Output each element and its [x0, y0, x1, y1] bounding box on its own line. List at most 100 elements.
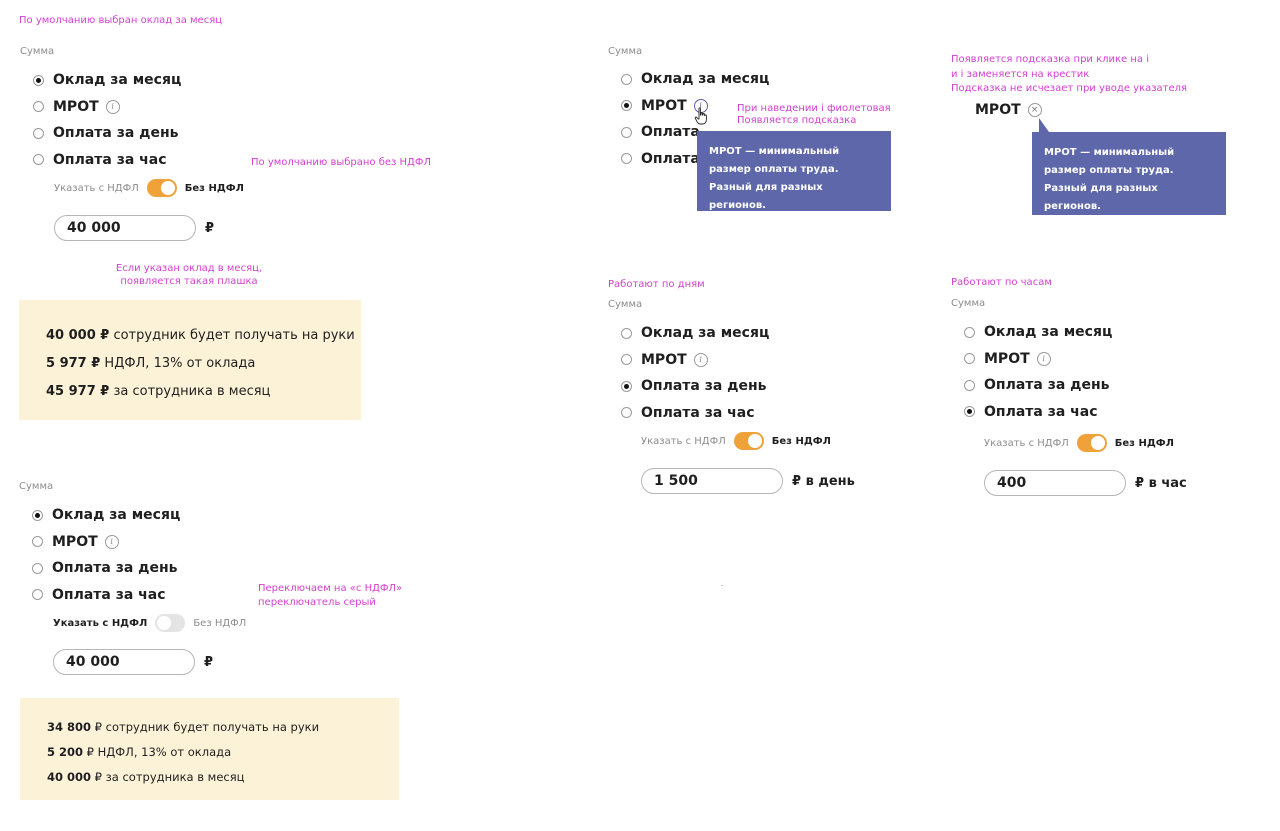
radio-button[interactable]	[621, 126, 632, 138]
radio-button[interactable]	[621, 407, 632, 419]
annotation-line: Появляется подсказка	[737, 115, 857, 126]
annotation-line: Если указан оклад в месяц,	[115, 263, 263, 274]
amount-row: ₽	[54, 215, 214, 241]
radio-button[interactable]	[964, 326, 975, 338]
radio-button[interactable]	[964, 379, 975, 391]
amount-row-hours: ₽ в час	[984, 470, 1187, 496]
radio-label: Оплата	[641, 124, 700, 141]
radio-button[interactable]	[621, 327, 632, 339]
amount-row-days: ₽ в день	[641, 468, 855, 494]
radio-label: Оклад за месяц	[52, 507, 181, 524]
radio-option-mrot[interactable]: МРОТ i	[964, 346, 1112, 373]
amount-input[interactable]	[641, 468, 783, 494]
radio-label: МРОТ	[53, 98, 99, 115]
radio-button-checked[interactable]	[964, 406, 975, 418]
ndfl-toggle-row: Указать с НДФЛ Без НДФЛ	[641, 432, 831, 450]
radio-option-hour[interactable]: Оплата за час	[621, 400, 769, 427]
mrot-label: МРОТ	[975, 102, 1021, 119]
amount-input[interactable]	[53, 649, 195, 675]
radio-option-monthly[interactable]: Оклад за месяц	[32, 502, 180, 529]
radio-button-checked[interactable]	[33, 74, 44, 86]
annotation-default-without-ndfl: По умолчанию выбрано без НДФЛ	[251, 157, 431, 168]
radio-option-monthly[interactable]: Оклад за месяц	[621, 320, 769, 347]
ndfl-toggle[interactable]	[146, 179, 177, 197]
radio-label: Оплата	[641, 150, 700, 167]
ndfl-with-label: Указать с НДФЛ	[54, 182, 139, 194]
radio-option-hour[interactable]: Оплата за час	[32, 582, 180, 609]
salary-summary-plate-with-ndfl: 34 800 ₽ сотрудник будет получать на рук…	[20, 698, 399, 800]
info-icon[interactable]: i	[104, 534, 119, 549]
radio-option-day[interactable]: Оплата за день	[33, 120, 181, 147]
radio-option-monthly[interactable]: Оклад за месяц	[964, 319, 1112, 346]
sum-label: Сумма	[19, 481, 54, 492]
radio-button[interactable]	[621, 354, 632, 366]
radio-button[interactable]	[621, 73, 632, 85]
payment-type-radio-group-hours: Оклад за месяц МРОТ i Оплата за день Опл…	[964, 319, 1112, 425]
mrot-tooltip-pinned: МРОТ — минимальный размер оплаты труда. …	[1032, 118, 1226, 215]
annotation-line: появляется такая плашка	[120, 276, 258, 287]
radio-label: Оклад за месяц	[641, 71, 770, 88]
annotation-switch: Переключаем на «с НДФЛ» переключатель се…	[258, 582, 402, 610]
radio-label: Оплата за день	[52, 560, 178, 577]
radio-button[interactable]	[33, 101, 44, 113]
radio-button[interactable]	[964, 353, 975, 365]
tooltip-text: МРОТ — минимальный размер оплаты труда. …	[709, 146, 840, 211]
radio-option-day[interactable]: Оплата за день	[964, 372, 1112, 399]
radio-button[interactable]	[33, 154, 44, 166]
annotation-line: Переключаем на «с НДФЛ»	[258, 583, 403, 594]
ndfl-toggle-row: Указать с НДФЛ Без НДФЛ	[54, 179, 244, 197]
radio-option-mrot[interactable]: МРОТ i	[621, 347, 769, 374]
radio-label: Оплата за день	[984, 377, 1110, 394]
summary-total-line: 45 977 ₽ за сотрудника в месяц	[46, 384, 271, 399]
close-icon[interactable]: ×	[1027, 103, 1042, 118]
radio-label: Оклад за месяц	[53, 72, 182, 89]
ndfl-without-label: Без НДФЛ	[1114, 437, 1174, 449]
radio-option-mrot[interactable]: МРОТ i	[33, 94, 181, 121]
radio-button[interactable]	[32, 589, 43, 601]
radio-button-checked[interactable]	[621, 380, 632, 392]
radio-button[interactable]	[32, 562, 43, 574]
radio-option-monthly[interactable]: Оклад за месяц	[621, 66, 769, 93]
ndfl-with-label: Указать с НДФЛ	[984, 437, 1069, 449]
radio-label: Оплата за день	[53, 125, 179, 142]
ndfl-toggle[interactable]	[733, 432, 764, 450]
ndfl-toggle[interactable]	[1076, 434, 1107, 452]
radio-option-monthly[interactable]: Оклад за месяц	[33, 67, 181, 94]
annotation-line: При наведении i фиолетовая	[737, 103, 891, 114]
mrot-tooltip: МРОТ — минимальный размер оплаты труда. …	[697, 131, 891, 211]
radio-label: МРОТ	[52, 533, 98, 550]
radio-label: Оплата за день	[641, 378, 767, 395]
radio-option-day[interactable]: Оплата за день	[621, 373, 769, 400]
radio-label: МРОТ	[641, 351, 687, 368]
currency-label: ₽	[205, 220, 215, 236]
ndfl-without-label: Без НДФЛ	[184, 182, 244, 194]
stray-dot	[721, 585, 723, 586]
radio-button[interactable]	[621, 153, 632, 165]
radio-option-hour[interactable]: Оплата за час	[964, 399, 1112, 426]
mrot-with-close: МРОТ ×	[975, 97, 1042, 124]
amount-row: ₽	[53, 649, 213, 675]
amount-input[interactable]	[984, 470, 1126, 496]
radio-option-hour[interactable]: Оплата за час	[33, 147, 181, 174]
radio-option-day[interactable]: Оплата за день	[32, 555, 180, 582]
ndfl-with-label: Указать с НДФЛ	[53, 617, 148, 629]
annotation-plate: Если указан оклад в месяц, появляется та…	[109, 262, 269, 288]
hand-pointer-icon	[694, 107, 707, 125]
info-icon[interactable]: i	[105, 99, 120, 114]
radio-option-mrot[interactable]: МРОТ i	[32, 529, 180, 556]
radio-button-checked[interactable]	[621, 100, 632, 112]
salary-summary-plate: 40 000 ₽ сотрудник будет получать на рук…	[19, 300, 361, 420]
radio-label: Оплата за час	[52, 586, 166, 603]
sum-label: Сумма	[20, 46, 55, 57]
amount-input[interactable]	[54, 215, 196, 241]
ndfl-with-label: Указать с НДФЛ	[641, 435, 726, 447]
info-icon[interactable]: i	[1036, 351, 1051, 366]
radio-button[interactable]	[32, 536, 43, 548]
ndfl-without-label: Без НДФЛ	[771, 435, 831, 447]
radio-button[interactable]	[33, 127, 44, 139]
summary-ndfl-line: 5 977 ₽ НДФЛ, 13% от оклада	[46, 356, 256, 371]
info-icon[interactable]: i	[693, 352, 708, 367]
ndfl-toggle[interactable]	[155, 614, 186, 632]
summary-total-line: 40 000 ₽ за сотрудника в месяц	[47, 770, 245, 784]
radio-button-checked[interactable]	[32, 509, 43, 521]
